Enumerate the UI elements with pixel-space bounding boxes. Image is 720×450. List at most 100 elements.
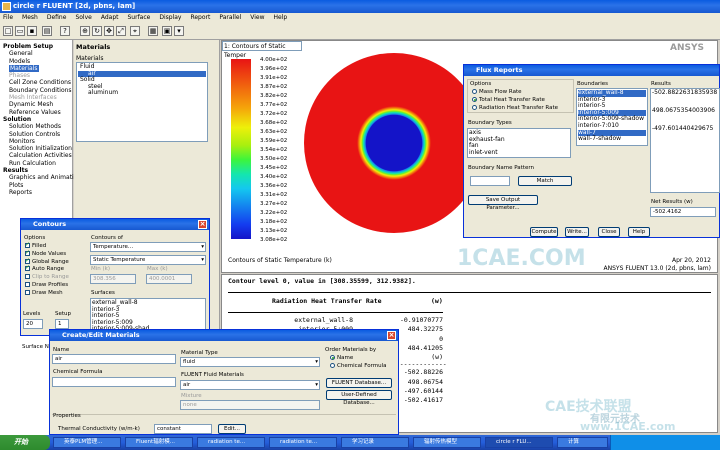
materials-tree-item[interactable]: aluminum <box>78 89 206 97</box>
layout-icon[interactable]: ▦ <box>148 26 158 36</box>
menu-solve[interactable]: Solve <box>75 14 91 21</box>
fit-icon[interactable]: ⤢ <box>116 26 126 36</box>
taskbar-item[interactable]: radiation te... <box>197 437 265 448</box>
nav-item-general[interactable]: General <box>9 50 70 57</box>
open-icon[interactable]: ▭ <box>15 26 25 36</box>
flux-option[interactable]: Radiation Heat Transfer Rate <box>472 105 558 111</box>
boundary-type-item[interactable]: exhaust-fan <box>469 136 569 144</box>
menu-display[interactable]: Display <box>159 14 181 21</box>
rotate-icon[interactable]: ↻ <box>92 26 102 36</box>
nav-item-label: Models <box>9 57 31 65</box>
nav-item-phases[interactable]: Phases <box>9 72 70 79</box>
order-option[interactable]: Chemical Formula <box>330 363 387 369</box>
order-option[interactable]: Name <box>330 355 353 361</box>
material-type-dropdown[interactable]: fluid ▾ <box>180 357 320 367</box>
contours-option-global-range[interactable]: Global Range <box>25 257 69 265</box>
menu-parallel[interactable]: Parallel <box>219 14 241 21</box>
new-icon[interactable]: □ <box>3 26 13 36</box>
taskbar-item[interactable]: circle r FLU... <box>485 437 553 448</box>
menu-view[interactable]: View <box>250 14 264 21</box>
compute-button[interactable]: Compute <box>530 227 558 237</box>
contours-option-auto-range[interactable]: Auto Range <box>25 264 64 272</box>
menu-adapt[interactable]: Adapt <box>101 14 119 21</box>
nav-item-dynamic-mesh[interactable]: Dynamic Mesh <box>9 101 70 108</box>
fluid-materials-dropdown[interactable]: air ▾ <box>180 380 320 390</box>
solver-version: ANSYS FLUENT 13.0 (2d, pbns, lam) <box>603 265 711 272</box>
nav-item-calculation-activities[interactable]: Calculation Activities <box>9 152 72 159</box>
save-output-parameter-button[interactable]: Save Output Parameter... <box>468 195 538 211</box>
help-button[interactable]: Help <box>628 227 650 237</box>
setup-input[interactable]: 1 <box>55 319 69 329</box>
boundary-item[interactable]: wall-7-shadow <box>578 136 646 143</box>
boundary-types-list[interactable]: axis exhaust-fan fan inlet-vent <box>467 128 571 158</box>
user-defined-database-button[interactable]: User-Defined Database... <box>326 390 392 406</box>
taskbar-item[interactable]: 计算 <box>557 437 608 448</box>
nav-item-graphics-and-animations[interactable]: Graphics and Animations <box>9 174 84 181</box>
nav-item-plots[interactable]: Plots <box>9 182 70 189</box>
flux-option[interactable]: Total Heat Transfer Rate <box>472 97 545 103</box>
save-icon[interactable]: ▪ <box>27 26 37 36</box>
checkbox-icon <box>25 289 30 295</box>
write-button[interactable]: Write... <box>565 227 589 237</box>
sub-quantity-dropdown[interactable]: Static Temperature ▾ <box>90 255 206 265</box>
nav-section-problem-setup[interactable]: Problem Setup <box>3 43 70 50</box>
nav-item-solution-controls[interactable]: Solution Controls <box>9 131 70 138</box>
nav-item-solution-initialization[interactable]: Solution Initialization <box>9 145 72 152</box>
net-results-label: Net Results (w) <box>651 199 693 205</box>
match-button[interactable]: Match <box>518 176 572 186</box>
boundary-name-pattern-input[interactable] <box>470 176 510 186</box>
edit-button[interactable]: Edit... <box>218 424 246 434</box>
menu-mesh[interactable]: Mesh <box>22 14 38 21</box>
zoom-icon[interactable]: ⊕ <box>80 26 90 36</box>
boundaries-list[interactable]: external_wall-8 interior-3 interior-5 inter… <box>576 88 648 146</box>
close-button[interactable]: Close <box>598 227 620 237</box>
taskbar-item[interactable]: radiation te... <box>269 437 337 448</box>
thermal-conductivity-method[interactable]: constant <box>154 424 212 434</box>
window-dropdown-icon[interactable]: ▾ <box>174 26 184 36</box>
boundary-type-item[interactable]: inlet-vent <box>469 149 569 157</box>
nav-item-reports[interactable]: Reports <box>9 189 70 196</box>
menu-define[interactable]: Define <box>47 14 67 21</box>
nav-item-cell-zone-conditions[interactable]: Cell Zone Conditions <box>9 79 71 86</box>
pan-icon[interactable]: ✥ <box>104 26 114 36</box>
print-icon[interactable]: ▤ <box>42 26 52 36</box>
nav-item-solution-methods[interactable]: Solution Methods <box>9 123 70 130</box>
contours-option-draw-mesh[interactable]: Draw Mesh <box>25 289 63 296</box>
contours-option-node-values[interactable]: Node Values <box>25 249 66 257</box>
taskbar-item[interactable]: 学习记录 <box>341 437 409 448</box>
probe-icon[interactable]: ⌖ <box>130 26 140 36</box>
nav-item-models[interactable]: Models <box>9 58 70 65</box>
menu-report[interactable]: Report <box>190 14 210 21</box>
flux-option[interactable]: Mass Flow Rate <box>472 89 522 95</box>
order-option-label: Chemical Formula <box>337 363 387 369</box>
nav-section-results[interactable]: Results <box>3 167 70 174</box>
menu-surface[interactable]: Surface <box>127 14 150 21</box>
nav-item-monitors[interactable]: Monitors <box>9 138 70 145</box>
fluent-database-button[interactable]: FLUENT Database... <box>326 378 392 388</box>
nav-section-solution[interactable]: Solution <box>3 116 70 123</box>
materials-tree[interactable]: Fluid air Solid steel aluminum <box>76 62 208 142</box>
nav-item-mesh-interfaces[interactable]: Mesh Interfaces <box>9 94 70 101</box>
start-button[interactable]: 开始 <box>0 435 50 450</box>
menu-file[interactable]: File <box>3 14 13 21</box>
contours-option-draw-profiles[interactable]: Draw Profiles <box>25 282 68 288</box>
levels-input[interactable]: 20 <box>23 319 43 329</box>
window-icon[interactable]: ▣ <box>162 26 172 36</box>
close-icon[interactable]: × <box>387 331 396 340</box>
close-icon[interactable]: × <box>198 220 207 229</box>
colorbar-tick-label: 3.31e+02 <box>260 192 288 198</box>
help-icon[interactable]: ? <box>60 26 70 36</box>
menu-help[interactable]: Help <box>273 14 287 21</box>
nav-item-reference-values[interactable]: Reference Values <box>9 109 70 116</box>
taskbar-item[interactable]: 辐射传热模型 <box>413 437 481 448</box>
chemical-formula-input[interactable] <box>52 377 176 387</box>
taskbar-item[interactable]: 英泰PLM管理... <box>53 437 121 448</box>
graphics-window-selector[interactable]: 1: Contours of Static Temper <box>222 41 302 59</box>
name-input[interactable]: air <box>52 354 176 364</box>
nav-item-materials[interactable]: Materials <box>9 64 70 72</box>
nav-item-boundary-conditions[interactable]: Boundary Conditions <box>9 87 72 94</box>
taskbar-item[interactable]: Fluent辐射模... <box>125 437 193 448</box>
nav-item-run-calculation[interactable]: Run Calculation <box>9 160 70 167</box>
contours-of-dropdown[interactable]: Temperature... ▾ <box>90 242 206 252</box>
toolbar: □ ▭ ▪ ▤ ? ⊕ ↻ ✥ ⤢ ⌖ ▦ ▣ ▾ <box>0 23 720 40</box>
